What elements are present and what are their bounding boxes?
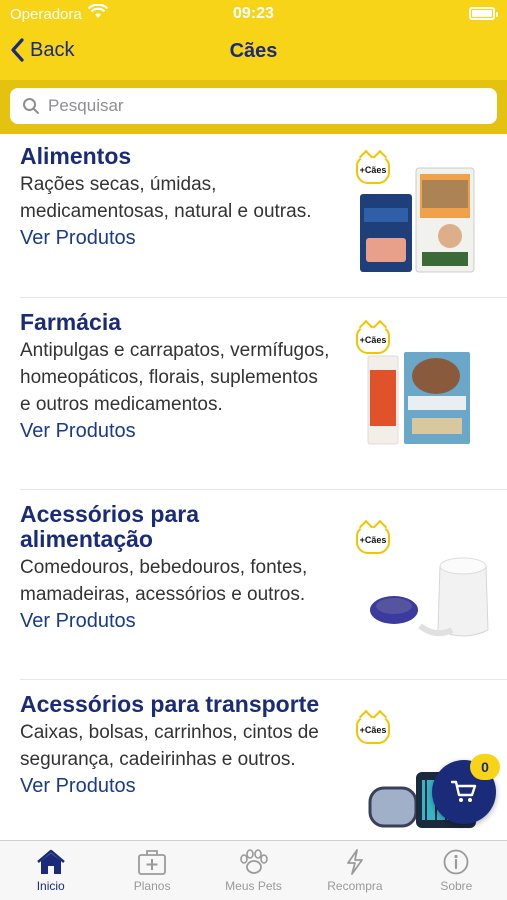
category-description: Comedouros, bebedouros, fontes, mamadeir… (20, 557, 308, 605)
category-title: Alimentos (20, 143, 132, 169)
search-input[interactable] (48, 96, 448, 116)
tab-label: Recompra (327, 879, 383, 893)
back-button[interactable]: Back (10, 38, 74, 62)
category-item-transport-accessories: Acessórios para transporte Caixas, bolsa… (20, 692, 507, 840)
food-packages-image (360, 167, 475, 273)
page-title: Cães (229, 40, 278, 62)
chevron-left-icon (11, 38, 24, 62)
view-products-link[interactable]: Ver Produtos (20, 773, 136, 799)
status-time: 09:23 (233, 5, 274, 22)
view-products-link[interactable]: Ver Produtos (20, 418, 136, 444)
cart-icon (451, 780, 477, 802)
nav-bar: Back Cães (0, 30, 507, 80)
header: Operadora 09:23 Back Cães (0, 0, 507, 134)
tab-label: Meus Pets (225, 879, 282, 893)
cart-count-badge: 0 (470, 754, 500, 780)
tab-recompra[interactable]: Recompra (304, 841, 405, 900)
tab-label: Sobre (440, 879, 473, 893)
product-image-feeding: +Cães (356, 526, 496, 646)
view-products-link[interactable]: Ver Produtos (20, 225, 136, 251)
tab-label: Planos (133, 879, 171, 893)
paw-icon (239, 849, 268, 874)
pharmacy-packages-image (367, 352, 470, 445)
bowl-and-feeder-image (370, 557, 489, 637)
tab-planos[interactable]: Planos (101, 841, 202, 900)
tab-label: Inicio (36, 879, 65, 893)
product-image-pharmacy: +Cães (356, 326, 496, 446)
category-title: Acessórios para alimentação (20, 501, 199, 552)
product-image-food: +Cães (356, 156, 496, 276)
status-bar: Operadora 09:23 (0, 0, 507, 30)
battery-icon (469, 7, 498, 20)
category-item-alimentos: Alimentos Rações secas, úmidas, medicame… (20, 144, 507, 298)
info-icon (443, 849, 469, 875)
lightning-icon (347, 849, 363, 875)
search-strip (0, 80, 507, 134)
tab-bar: Inicio Planos Meus Pets Recompra Sobre (0, 840, 507, 900)
tab-meus-pets[interactable]: Meus Pets (203, 841, 304, 900)
category-title: Acessórios para transporte (20, 691, 320, 717)
search-bar[interactable] (10, 88, 497, 124)
home-icon (36, 849, 65, 874)
medical-kit-icon (138, 850, 167, 875)
tab-inicio[interactable]: Inicio (0, 841, 101, 900)
search-icon (23, 98, 39, 114)
category-description: Caixas, bolsas, carrinhos, cintos de seg… (20, 722, 319, 770)
category-title: Farmácia (20, 309, 122, 335)
back-label: Back (30, 38, 75, 61)
category-description: Rações secas, úmidas, medicamentosas, na… (20, 174, 312, 222)
category-list[interactable]: Alimentos Rações secas, úmidas, medicame… (0, 134, 507, 840)
tab-sobre[interactable]: Sobre (406, 841, 507, 900)
category-description: Antipulgas e carrapatos, vermífugos, hom… (20, 340, 330, 415)
view-products-link[interactable]: Ver Produtos (20, 608, 136, 634)
category-item-farmacia: Farmácia Antipulgas e carrapatos, vermíf… (20, 310, 507, 490)
category-item-feeding-accessories: Acessórios para alimentação Comedouros, … (20, 502, 507, 680)
